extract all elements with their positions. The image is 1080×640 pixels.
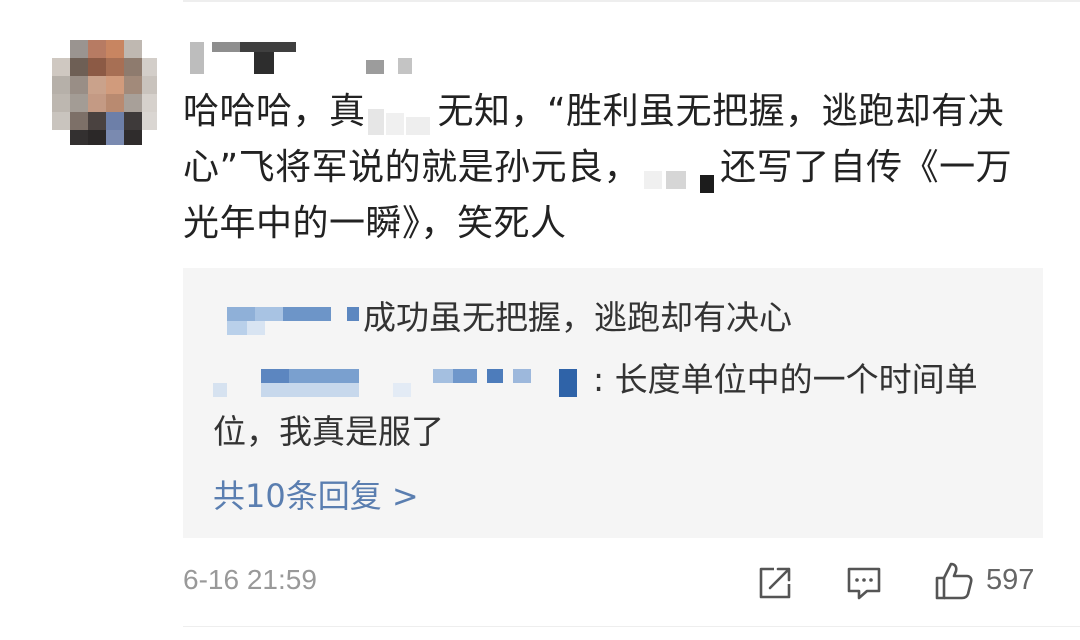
reply-text-line2: 位，我真是服了 (213, 412, 444, 451)
inline-mosaic-1 (366, 98, 438, 135)
top-divider (183, 0, 1080, 2)
reply-item[interactable]: 成功虽无把握，逃跑却有决心 (213, 292, 792, 344)
replies-panel: 成功虽无把握，逃跑却有决心 : 长度单位中的一个时间单 位，我真是服了 共10条… (183, 268, 1043, 538)
reply-text: 成功虽无把握，逃跑却有决心 (363, 298, 792, 337)
timestamp: 6-16 21:59 (183, 564, 317, 595)
avatar[interactable] (52, 40, 157, 145)
username-mosaic[interactable] (186, 40, 426, 78)
reply-text-line1: 长度单位中的一个时间单 (604, 360, 978, 399)
reply-username-mosaic[interactable] (213, 364, 593, 400)
inline-mosaic-2 (640, 154, 720, 193)
comment-footer: 6-16 21:59 597 (183, 560, 1043, 608)
share-forward-icon[interactable] (756, 564, 794, 602)
avatar-mosaic (52, 40, 157, 145)
username-blur (190, 42, 412, 74)
reply-separator: : (593, 360, 605, 399)
reply-username-mosaic[interactable] (213, 302, 363, 338)
like-count: 597 (986, 564, 1035, 596)
comment-text-part1: 哈哈哈，真 (183, 91, 366, 132)
thumbs-up-icon[interactable] (933, 560, 975, 602)
comment-card: 哈哈哈，真 无知，“胜利虽无把握，逃跑却有决心”飞将军说的就是孙元良， 还写了自… (0, 0, 1080, 640)
comment-body: 哈哈哈，真 无知，“胜利虽无把握，逃跑却有决心”飞将军说的就是孙元良， 还写了自… (183, 84, 1043, 252)
reply-item[interactable]: : 长度单位中的一个时间单 (213, 354, 978, 406)
comment-bubble-icon[interactable] (845, 564, 883, 602)
reply-text-continuation: 位，我真是服了 (213, 406, 444, 458)
view-more-replies-link[interactable]: 共10条回复 > (213, 472, 419, 520)
bottom-divider (183, 626, 1080, 627)
